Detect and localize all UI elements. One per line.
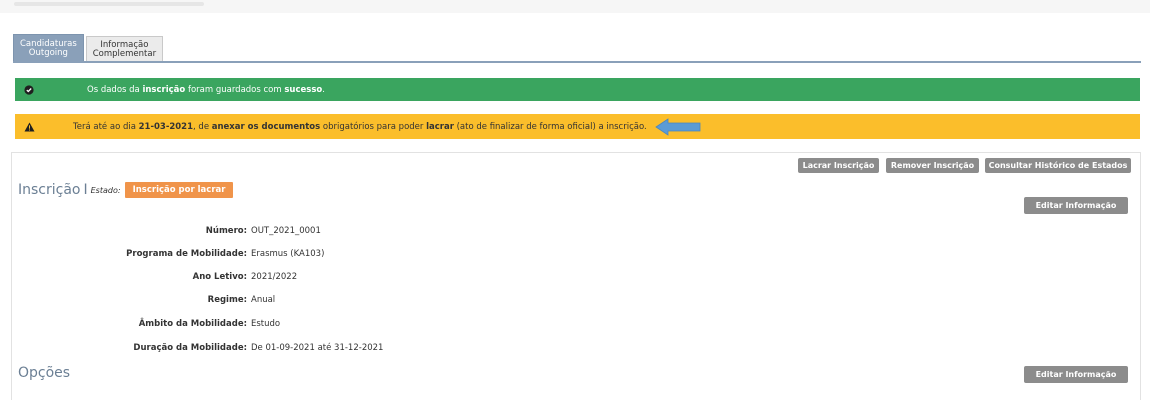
- check-circle-icon: [15, 84, 43, 95]
- warning-message: Terá até ao dia 21-03-2021, de anexar os…: [73, 121, 647, 132]
- inscricao-title: Inscrição: [18, 182, 81, 198]
- field-row: Número: OUT_2021_0001: [205, 226, 321, 236]
- opcoes-heading: Opções: [18, 365, 71, 381]
- tab-bar: Candidaturas Outgoing Informação Complem…: [13, 33, 165, 62]
- status-badge: Inscrição por lacrar: [124, 182, 234, 198]
- field-row: Regime: Anual: [207, 295, 276, 305]
- estado-label: Estado:: [90, 185, 121, 195]
- tab-informacao-complementar[interactable]: Informação Complementar: [85, 36, 164, 62]
- tab-label-line2: Outgoing: [28, 47, 68, 58]
- tab-underline: [13, 61, 1141, 63]
- field-row: Duração da Mobilidade: De 01-09-2021 até …: [133, 343, 384, 353]
- arrow-left-icon: [655, 118, 701, 136]
- warning-alert: Terá até ao dia 21-03-2021, de anexar os…: [15, 114, 1140, 139]
- remover-inscricao-button[interactable]: Remover Inscrição: [886, 158, 979, 173]
- tab-candidaturas-outgoing[interactable]: Candidaturas Outgoing: [13, 34, 84, 62]
- editar-opcoes-button[interactable]: Editar Informação: [1024, 366, 1128, 383]
- warning-triangle-icon: [15, 122, 43, 132]
- success-message: Os dados da inscrição foram guardados co…: [87, 84, 325, 95]
- tab-label-line2: Complementar: [92, 48, 157, 59]
- inscricao-heading: Inscrição I Estado: Inscrição por lacrar: [18, 182, 234, 198]
- consultar-historico-button[interactable]: Consultar Histórico de Estados: [985, 158, 1131, 173]
- field-row: Programa de Mobilidade: Erasmus (KA103): [126, 249, 325, 259]
- field-row: Âmbito da Mobilidade: Estudo: [138, 319, 281, 329]
- breadcrumb-faint: [14, 2, 204, 6]
- success-alert: Os dados da inscrição foram guardados co…: [15, 78, 1140, 101]
- title-separator: I: [83, 182, 88, 198]
- lacrar-inscricao-button[interactable]: Lacrar Inscrição: [798, 158, 879, 173]
- editar-informacao-button[interactable]: Editar Informação: [1024, 197, 1128, 214]
- top-strip: [0, 0, 1150, 13]
- field-row: Ano Letivo: 2021/2022: [192, 272, 298, 282]
